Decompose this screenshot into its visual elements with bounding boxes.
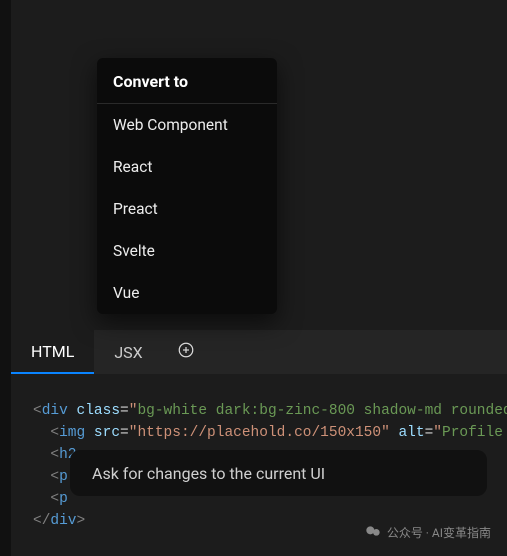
code-tag: div [42, 403, 68, 419]
ask-input[interactable]: Ask for changes to the current UI [70, 450, 487, 496]
code-tag: p [59, 469, 68, 485]
menu-title: Convert to [97, 58, 277, 104]
code-str: Profile P [442, 425, 507, 441]
code-attr: class [77, 403, 121, 419]
code-str: https://placehold.co/150x150 [137, 425, 381, 441]
left-gutter [0, 0, 11, 556]
menu-item-vue[interactable]: Vue [97, 272, 277, 314]
tab-bar: HTML JSX [11, 330, 507, 374]
code-attr: alt [398, 425, 424, 441]
watermark-text: 公众号 · AI变革指南 [387, 524, 491, 541]
watermark: 公众号 · AI变革指南 [365, 523, 491, 542]
add-tab-button[interactable] [163, 330, 209, 374]
ask-placeholder: Ask for changes to the current UI [92, 464, 325, 483]
tab-label: HTML [31, 342, 74, 361]
code-tag: div [50, 513, 76, 529]
menu-item-web-component[interactable]: Web Component [97, 104, 277, 146]
menu-item-svelte[interactable]: Svelte [97, 230, 277, 272]
code-str: bg-white dark:bg-zinc-800 shadow-md roun… [137, 403, 507, 419]
menu-item-preact[interactable]: Preact [97, 188, 277, 230]
context-menu: Convert to Web Component React Preact Sv… [97, 58, 277, 314]
tab-label: JSX [114, 343, 142, 362]
menu-item-react[interactable]: React [97, 146, 277, 188]
code-tag: img [59, 425, 85, 441]
plus-icon [177, 341, 195, 363]
tab-html[interactable]: HTML [11, 330, 94, 374]
tab-jsx[interactable]: JSX [94, 330, 162, 374]
wechat-icon [365, 523, 381, 542]
code-tag: p [59, 491, 68, 507]
code-attr: src [94, 425, 120, 441]
